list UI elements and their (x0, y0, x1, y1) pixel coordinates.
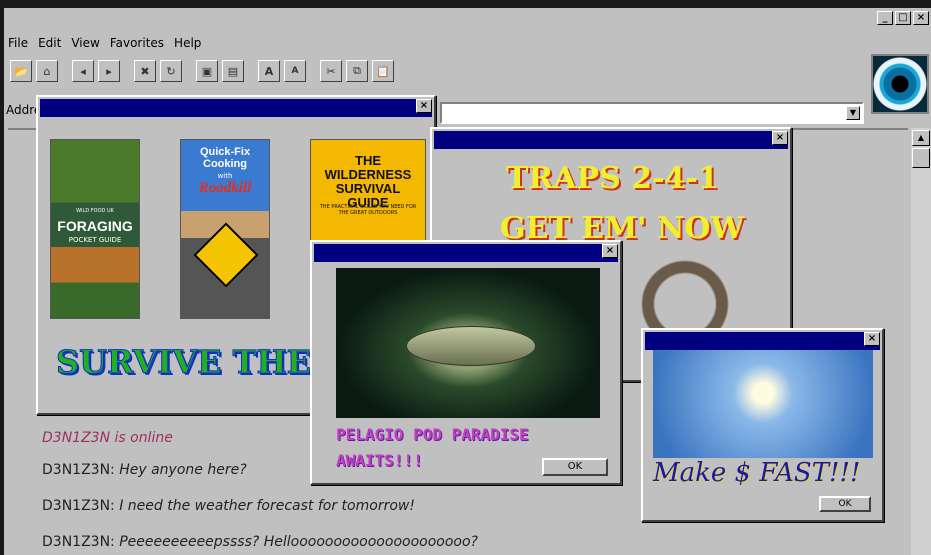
book-title: FORAGING (57, 218, 133, 234)
font-smaller-icon[interactable]: A (284, 60, 306, 82)
close-icon[interactable]: × (416, 99, 432, 113)
chat-text: Hey anyone here? (119, 462, 247, 478)
menu-view[interactable]: View (71, 36, 99, 50)
popup-titlebar (40, 99, 432, 117)
menu-edit[interactable]: Edit (38, 36, 61, 50)
scroll-up-icon[interactable]: ▲ (912, 130, 930, 146)
road-sign-icon (193, 222, 259, 288)
menu-bar: File Edit View Favorites Help (8, 36, 201, 50)
chat-message: D3N1Z3N: Peeeeeeeeeepssss? Hellooooooooo… (42, 534, 478, 550)
menu-favorites[interactable]: Favorites (110, 36, 164, 50)
toolbar: 📂 ⌂ ◂ ▸ ✖ ↻ ▣ ▤ A A ✂ ⧉ 📋 (10, 60, 394, 82)
chat-text: Peeeeeeeeeepssss? Helloooooooooooooooooo… (119, 534, 478, 550)
chat-message: D3N1Z3N: Hey anyone here? (42, 462, 247, 478)
popup-titlebar (314, 244, 618, 262)
book-roadkill[interactable]: Quick-Fix Cooking with Roadkill (180, 139, 270, 319)
book-title: Quick-Fix Cooking (199, 146, 251, 170)
flying-money-image (653, 350, 873, 458)
online-status: D3N1Z3N is online (42, 430, 173, 446)
ok-button[interactable]: OK (542, 458, 608, 476)
popup-titlebar (645, 332, 880, 350)
open-folder-icon[interactable]: 📂 (10, 60, 32, 82)
print-icon[interactable]: ▤ (222, 60, 244, 82)
chat-user: D3N1Z3N: (42, 498, 115, 514)
cut-icon[interactable]: ✂ (320, 60, 342, 82)
book-subtitle: THE PRACTICAL SKILLS YOU NEED FOR THE GR… (319, 204, 417, 216)
chat-user: D3N1Z3N: (42, 534, 115, 550)
eye-logo-icon (871, 54, 929, 114)
book-series: WILD FOOD UK (76, 208, 114, 214)
maximize-button[interactable]: □ (895, 11, 911, 25)
status-text: D3N1Z3N is online (42, 430, 173, 446)
close-icon[interactable]: × (864, 332, 880, 346)
paste-icon[interactable]: 📋 (372, 60, 394, 82)
ok-button[interactable]: OK (819, 496, 871, 512)
vertical-scrollbar[interactable]: ▲ (911, 128, 931, 555)
traps-ad-line1: TRAPS 2-4-1 (506, 161, 719, 196)
forward-icon[interactable]: ▸ (98, 60, 120, 82)
book-title: THE WILDERNESS SURVIVAL GUIDE (324, 153, 412, 210)
address-input[interactable]: ▼ (440, 102, 864, 124)
home-icon[interactable]: ⌂ (36, 60, 58, 82)
book-subtitle: POCKET GUIDE (68, 236, 122, 244)
money-ad-text: Make $ FAST!!! (653, 458, 861, 488)
popup-money: × Make $ FAST!!! OK (641, 328, 884, 522)
scroll-thumb[interactable] (912, 148, 930, 168)
close-icon[interactable]: × (772, 131, 788, 145)
book-subtitle: with (217, 172, 233, 180)
popup-pelagio: × PELAGIO POD PARADISE AWAITS!!! OK (310, 240, 622, 485)
book-title-2: Roadkill (198, 180, 252, 196)
menu-help[interactable]: Help (174, 36, 201, 50)
refresh-icon[interactable]: ↻ (160, 60, 182, 82)
menu-file[interactable]: File (8, 36, 28, 50)
close-button[interactable]: × (913, 11, 929, 25)
book-foraging[interactable]: WILD FOOD UK FORAGING POCKET GUIDE (50, 139, 140, 319)
chat-text: I need the weather forecast for tomorrow… (119, 498, 415, 514)
pod-shape (406, 326, 536, 366)
underwater-pod-image (336, 268, 600, 418)
stop-icon[interactable]: ✖ (134, 60, 156, 82)
font-larger-icon[interactable]: A (258, 60, 280, 82)
minimize-button[interactable]: _ (877, 11, 893, 25)
chat-message: D3N1Z3N: I need the weather forecast for… (42, 498, 415, 514)
back-icon[interactable]: ◂ (72, 60, 94, 82)
popup-titlebar (434, 131, 788, 149)
image-icon[interactable]: ▣ (196, 60, 218, 82)
copy-icon[interactable]: ⧉ (346, 60, 368, 82)
chevron-down-icon[interactable]: ▼ (846, 106, 860, 120)
chat-user: D3N1Z3N: (42, 462, 115, 478)
window-controls: _ □ × (877, 11, 929, 25)
close-icon[interactable]: × (602, 244, 618, 258)
